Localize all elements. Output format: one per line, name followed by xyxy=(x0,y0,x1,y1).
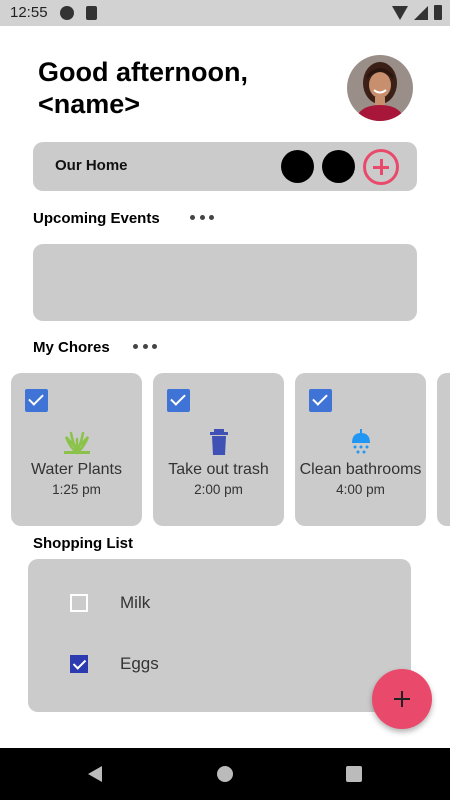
events-list xyxy=(33,244,417,321)
chore-name: Clean bathrooms xyxy=(299,461,422,478)
chore-checkbox[interactable] xyxy=(309,389,332,412)
sd-card-icon xyxy=(86,6,97,20)
home-selector[interactable]: Our Home xyxy=(33,142,417,191)
shopping-item-label: Milk xyxy=(120,593,151,612)
add-member-icon[interactable] xyxy=(363,149,399,185)
shopping-checkbox[interactable] xyxy=(70,655,88,673)
greeting-title: Good afternoon, <name> xyxy=(38,57,248,119)
shopping-title: Shopping List xyxy=(33,535,133,552)
home-title: Our Home xyxy=(55,157,128,174)
notification-icon xyxy=(60,6,74,20)
battery-icon xyxy=(434,5,442,20)
wifi-icon xyxy=(392,5,408,20)
list-item[interactable]: Eggs xyxy=(70,654,159,674)
chore-time: 4:00 pm xyxy=(336,482,385,497)
events-more-icon[interactable] xyxy=(190,215,214,221)
trash-icon xyxy=(209,429,228,455)
shopping-checkbox[interactable] xyxy=(70,594,88,612)
member-avatar[interactable] xyxy=(281,150,314,183)
chore-card[interactable]: Take out trash 2:00 pm xyxy=(153,373,284,526)
chore-card[interactable]: Clean bathrooms 4:00 pm xyxy=(295,373,426,526)
chore-time: 1:25 pm xyxy=(52,482,101,497)
plant-icon xyxy=(63,431,90,455)
list-item[interactable]: Milk xyxy=(70,593,150,613)
chore-checkbox[interactable] xyxy=(167,389,190,412)
chores-title: My Chores xyxy=(33,339,110,356)
status-time: 12:55 xyxy=(10,4,48,21)
events-title: Upcoming Events xyxy=(33,210,160,227)
signal-icon xyxy=(414,5,428,20)
avatar[interactable] xyxy=(347,55,413,121)
shopping-item-label: Eggs xyxy=(120,654,159,673)
recent-apps-icon[interactable] xyxy=(346,766,362,782)
chore-time: 2:00 pm xyxy=(194,482,243,497)
navigation-bar xyxy=(0,748,450,800)
shopping-list: Milk Eggs xyxy=(28,559,411,712)
chores-more-icon[interactable] xyxy=(133,344,157,350)
back-icon[interactable] xyxy=(88,766,102,782)
chore-card[interactable]: Water Plants 1:25 pm xyxy=(11,373,142,526)
status-bar: 12:55 xyxy=(0,0,450,26)
chore-name: Take out trash xyxy=(168,461,269,478)
member-avatar[interactable] xyxy=(322,150,355,183)
home-icon[interactable] xyxy=(217,766,233,782)
chore-card-partial[interactable] xyxy=(437,373,450,526)
chore-checkbox[interactable] xyxy=(25,389,48,412)
chore-name: Water Plants xyxy=(31,461,122,478)
add-fab-button[interactable] xyxy=(372,669,432,729)
shower-icon xyxy=(351,429,370,454)
